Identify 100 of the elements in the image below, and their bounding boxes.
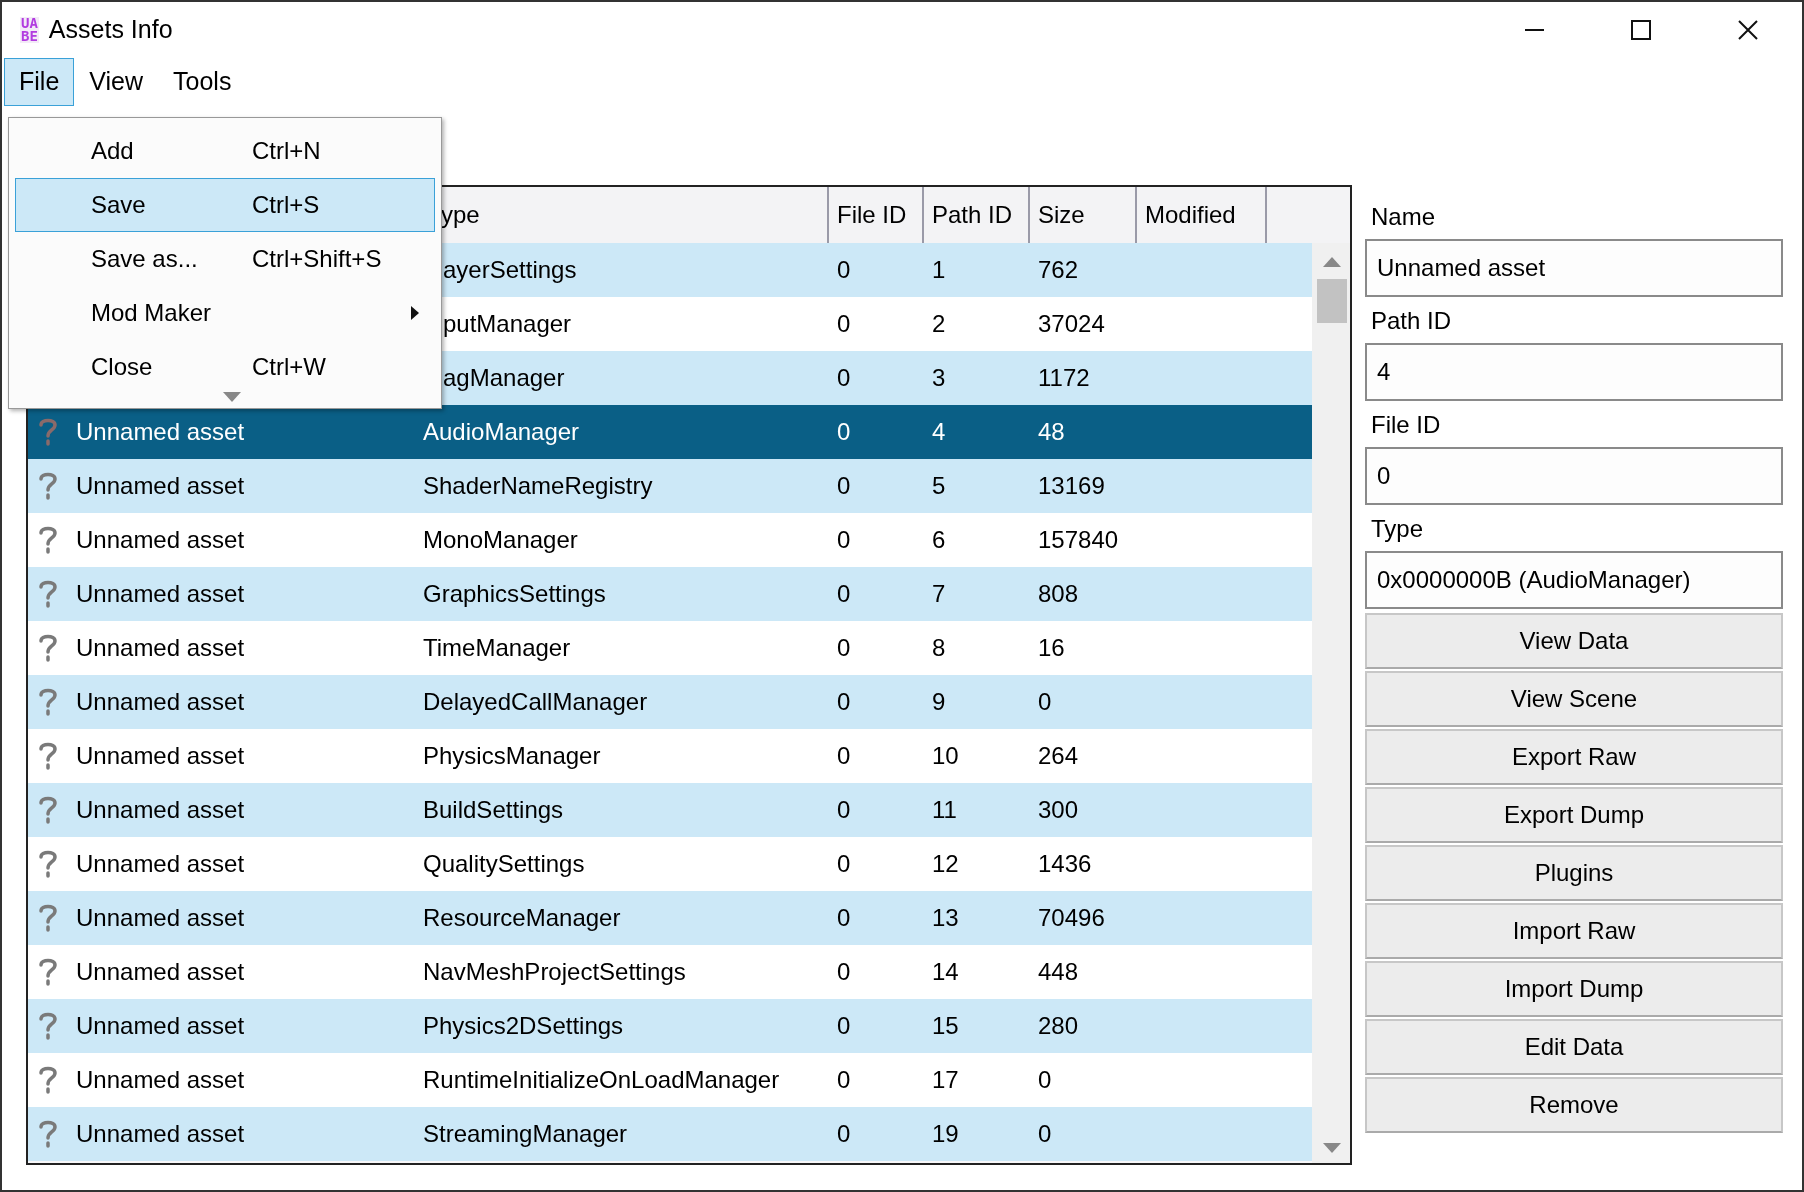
table-cell-text: Unnamed asset [76, 687, 245, 717]
question-mark-icon [38, 525, 58, 555]
table-row[interactable]: Unnamed asset ShaderNameRegistry 0 5 13169 [28, 459, 1312, 513]
table-cell-text: MonoManager [423, 525, 578, 555]
table-cell-text: 11 [931, 795, 958, 825]
table-row[interactable]: Unnamed asset DelayedCallManager 0 9 0 [28, 675, 1312, 729]
scroll-up-arrow-icon[interactable] [1323, 257, 1341, 267]
table-cell-text: 0 [836, 1065, 852, 1095]
vertical-scrollbar[interactable] [1312, 243, 1350, 1163]
question-mark-icon [38, 741, 58, 771]
question-mark-icon [38, 795, 58, 825]
table-cell-text: Unnamed asset [76, 579, 245, 609]
field-label: Type [1370, 514, 1425, 544]
table-cell-text: Unnamed asset [76, 633, 245, 663]
text-field[interactable]: 0x0000000B (AudioManager) [1365, 551, 1783, 609]
column-header[interactable]: File ID [837, 197, 907, 233]
table-cell-text: AudioManager [423, 417, 580, 447]
question-mark-icon [38, 1065, 58, 1095]
table-cell-text: ShaderNameRegistry [423, 471, 653, 501]
table-cell-text: 0 [836, 471, 852, 501]
text-field[interactable]: 0 [1365, 447, 1783, 505]
table-cell-text: PhysicsManager [423, 741, 601, 771]
table-cell-text: 13 [931, 903, 960, 933]
action-button[interactable]: View Data [1365, 613, 1783, 669]
action-button[interactable]: Import Raw [1365, 903, 1783, 959]
table-cell-text: 0 [1037, 1065, 1053, 1095]
table-row[interactable]: Unnamed asset GraphicsSettings 0 7 808 [28, 567, 1312, 621]
action-button[interactable]: Edit Data [1365, 1019, 1783, 1075]
table-cell-text: putManager [443, 309, 572, 339]
menu-item[interactable]: Add Ctrl+N [15, 124, 435, 178]
table-cell-text: ResourceManager [423, 903, 621, 933]
action-button[interactable]: Export Dump [1365, 787, 1783, 843]
table-cell-text: 808 [1037, 579, 1080, 609]
action-button[interactable]: View Scene [1365, 671, 1783, 727]
table-cell-text: 0 [836, 309, 852, 339]
field-label: Path ID [1370, 306, 1453, 336]
action-button[interactable]: Import Dump [1365, 961, 1783, 1017]
table-cell-text: 0 [836, 903, 852, 933]
table-row[interactable]: Unnamed asset BuildSettings 0 11 300 [28, 783, 1312, 837]
table-cell-text: NavMeshProjectSettings [423, 957, 686, 987]
menu-bar-item[interactable]: View [74, 58, 159, 106]
table-row[interactable]: Unnamed asset MonoManager 0 6 157840 [28, 513, 1312, 567]
table-cell-text: 48 [1037, 417, 1066, 447]
table-row[interactable]: Unnamed asset NavMeshProjectSettings 0 14 448 [28, 945, 1312, 999]
column-header[interactable]: Path ID [932, 197, 1013, 233]
menu-bar-item[interactable]: File [4, 58, 75, 106]
table-cell-text: TimeManager [423, 633, 571, 663]
table-cell-text: 10 [931, 741, 960, 771]
table-cell-text: Unnamed asset [76, 903, 245, 933]
menu-bar-item[interactable]: Tools [158, 58, 247, 106]
table-cell-text: 2 [931, 309, 947, 339]
table-row[interactable]: Unnamed asset Physics2DSettings 0 15 280 [28, 999, 1312, 1053]
table-cell-text: Unnamed asset [76, 795, 245, 825]
text-field[interactable]: 4 [1365, 343, 1783, 401]
action-button[interactable]: Plugins [1365, 845, 1783, 901]
table-row[interactable]: Unnamed asset TimeManager 0 8 16 [28, 621, 1312, 675]
table-cell-text: 280 [1037, 1011, 1080, 1041]
table-row[interactable]: Unnamed asset RuntimeInitializeOnLoadManager 0 17 0 [28, 1053, 1312, 1107]
table-cell-text: 1 [931, 255, 947, 285]
question-mark-icon [38, 417, 58, 447]
table-cell-text: Unnamed asset [76, 741, 245, 771]
column-header[interactable]: Modified [1145, 197, 1236, 233]
table-cell-text: 0 [836, 1119, 852, 1149]
table-cell-text: Unnamed asset [76, 417, 245, 447]
column-header[interactable]: Size [1038, 197, 1085, 233]
question-mark-icon [38, 1011, 58, 1041]
table-cell-text: 14 [931, 957, 960, 987]
table-row[interactable]: Unnamed asset PhysicsManager 0 10 264 [28, 729, 1312, 783]
table-cell-text: Unnamed asset [76, 849, 245, 879]
question-mark-icon [38, 903, 58, 933]
table-row[interactable]: Unnamed asset StreamingManager 0 19 0 [28, 1107, 1312, 1161]
table-cell-text: Unnamed asset [76, 471, 245, 501]
field-label: Name [1370, 202, 1437, 232]
table-cell-text: Unnamed asset [76, 525, 245, 555]
table-cell-text: 762 [1037, 255, 1080, 285]
table-cell-text: 0 [836, 687, 852, 717]
menu-item[interactable]: Save Ctrl+S [15, 178, 435, 232]
table-cell-text: 13169 [1037, 471, 1106, 501]
table-row[interactable]: Unnamed asset AudioManager 0 4 48 [28, 405, 1312, 459]
scroll-down-arrow-icon [223, 392, 241, 402]
action-button[interactable]: Export Raw [1365, 729, 1783, 785]
scrollbar-thumb[interactable] [1317, 279, 1347, 323]
question-mark-icon [38, 633, 58, 663]
column-header[interactable]: ype [441, 197, 480, 233]
table-cell-text: 0 [836, 633, 852, 663]
table-cell-text: 264 [1037, 741, 1080, 771]
table-cell-text: 4 [931, 417, 947, 447]
scroll-down-arrow-icon[interactable] [1323, 1143, 1341, 1153]
table-cell-text: 0 [836, 255, 852, 285]
table-cell-text: Unnamed asset [76, 957, 245, 987]
table-cell-text: 1172 [1037, 363, 1091, 393]
table-row[interactable]: Unnamed asset ResourceManager 0 13 70496 [28, 891, 1312, 945]
table-cell-text: 157840 [1037, 525, 1120, 555]
table-row[interactable]: Unnamed asset QualitySettings 0 12 1436 [28, 837, 1312, 891]
action-button[interactable]: Remove [1365, 1077, 1783, 1133]
app-logo: UA BE [20, 17, 39, 43]
table-cell-text: agManager [443, 363, 565, 393]
table-cell-text: 7 [931, 579, 947, 609]
table-cell-text: 5 [931, 471, 947, 501]
text-field[interactable]: Unnamed asset [1365, 239, 1783, 297]
